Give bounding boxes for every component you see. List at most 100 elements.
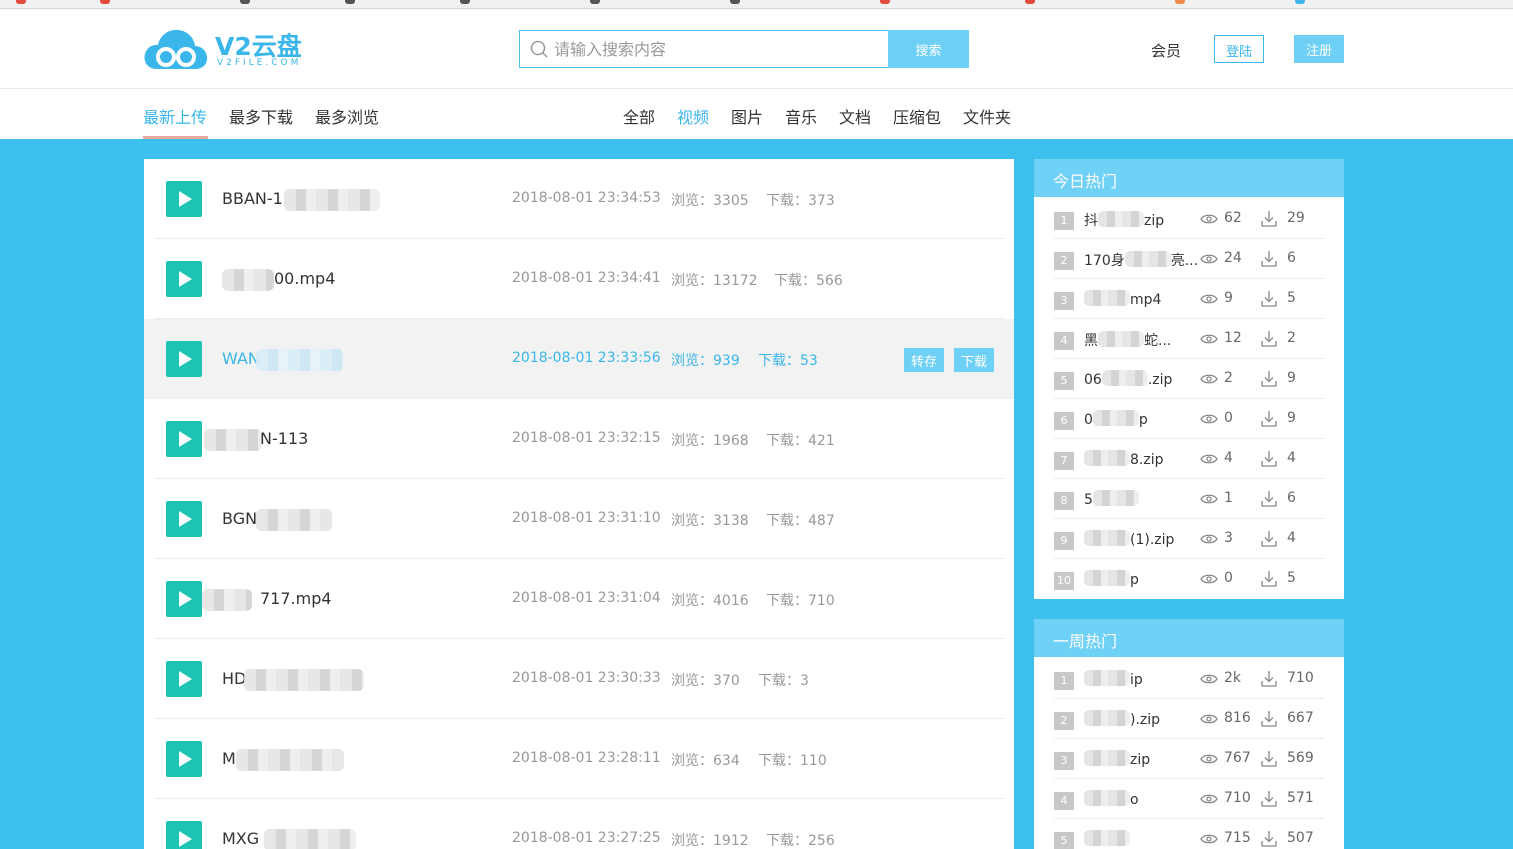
hot-file-name[interactable]: 170身 亮... [1084,250,1198,270]
file-name[interactable]: 717.mp4 [260,589,332,608]
hot-file-name[interactable]: 5 [1084,490,1139,508]
view-count: 9 [1224,290,1233,306]
tab-most-views[interactable]: 最多浏览 [315,104,379,128]
download-icon [1261,491,1277,507]
hot-list-item[interactable]: 7 8.zip 4 4 [1054,439,1324,479]
hot-file-name[interactable]: 06 .zip [1084,370,1172,388]
play-icon[interactable] [166,421,202,457]
week-hot-title: 一周热门 [1034,619,1344,657]
blurred-filename [236,749,344,771]
hot-list-item[interactable]: 5 715 507 [1054,819,1324,849]
member-link[interactable]: 会员 [1151,40,1181,61]
download-icon [1261,531,1277,547]
hot-list-item[interactable]: 2).zip 816 667 [1054,699,1324,739]
hot-file-name[interactable]: mp4 [1084,290,1161,308]
hot-list-item[interactable]: 1 抖 zip 62 29 [1054,199,1324,239]
tab-folders[interactable]: 文件夹 [963,104,1011,128]
play-icon[interactable] [166,341,202,377]
site-logo[interactable]: V2云盘 V2FILE.COM [143,25,313,75]
eye-icon [1200,794,1218,804]
tab-most-downloads[interactable]: 最多下载 [229,104,293,128]
rank-badge: 2 [1054,252,1074,270]
file-views: 浏览：939 [671,353,740,369]
file-name[interactable]: WAN [222,349,260,368]
tab-music[interactable]: 音乐 [785,104,817,128]
browser-tab-strip [0,0,1513,9]
file-name[interactable]: N-113 [260,429,308,448]
file-row[interactable]: HD 2018-08-01 23:30:33 浏览：370 下载：3 [144,639,1014,719]
tab-video[interactable]: 视频 [677,104,709,128]
tab-images[interactable]: 图片 [731,104,763,128]
file-row[interactable]: 717.mp4 2018-08-01 23:31:04 浏览：4016 下载：7… [144,559,1014,639]
file-row-hovered[interactable]: WAN 2018-08-01 23:33:56 浏览：939 下载：53 转存 … [144,319,1014,399]
file-row[interactable]: MXG 2018-08-01 23:27:25 浏览：1912 下载：256 [144,799,1014,849]
file-row[interactable]: 00.mp4 2018-08-01 23:34:41 浏览：13172 下载：5… [144,239,1014,319]
file-row[interactable]: M 2018-08-01 23:28:11 浏览：634 下载：110 [144,719,1014,799]
hot-file-name[interactable]: 黑蛇... [1084,330,1171,350]
tab-latest-upload[interactable]: 最新上传 [143,104,207,128]
download-icon [1261,831,1277,847]
play-icon[interactable] [166,261,202,297]
view-count: 0 [1224,410,1233,426]
tab-favicon [16,0,26,4]
hot-list-item[interactable]: 6 0p 0 9 [1054,399,1324,439]
hot-list-item[interactable]: 85 1 6 [1054,479,1324,519]
eye-icon [1200,414,1218,424]
hot-file-name[interactable]: (1).zip [1084,530,1174,548]
hot-list-item[interactable]: 1 ip 2k 710 [1054,659,1324,699]
play-icon[interactable] [166,821,202,849]
hot-file-name[interactable]: p [1084,570,1139,588]
hot-file-name[interactable]: o [1084,790,1139,808]
hot-list-item[interactable]: 5 06 .zip 2 9 [1054,359,1324,399]
tab-documents[interactable]: 文档 [839,104,871,128]
hot-file-name[interactable]: zip [1084,750,1150,768]
file-name[interactable]: HD [222,669,246,688]
search-input[interactable] [554,34,884,64]
view-count: 767 [1224,750,1251,766]
play-icon[interactable] [166,501,202,537]
file-name[interactable]: MXG [222,829,259,848]
play-icon[interactable] [166,581,202,617]
hot-file-name[interactable]: 8.zip [1084,450,1163,468]
download-button[interactable]: 下载 [954,348,994,372]
save-to-drive-button[interactable]: 转存 [904,348,944,372]
hot-list-item[interactable]: 4 黑蛇... 12 2 [1054,319,1324,359]
download-count: 710 [1287,670,1314,686]
hot-list-item[interactable]: 3 mp4 9 5 [1054,279,1324,319]
hot-file-name[interactable]: 0p [1084,410,1148,428]
file-row[interactable]: N-113 2018-08-01 23:32:15 浏览：1968 下载：421 [144,399,1014,479]
file-name[interactable]: BGN [222,509,257,528]
file-name[interactable]: M [222,749,236,768]
tab-favicon [100,0,110,4]
tab-archives[interactable]: 压缩包 [893,104,941,128]
play-icon[interactable] [166,661,202,697]
login-button[interactable]: 登陆 [1214,35,1264,63]
hot-file-name[interactable]: ip [1084,670,1143,688]
hot-list-item[interactable]: 9 (1).zip 3 4 [1054,519,1324,559]
blurred-filename [202,589,252,611]
hot-file-name[interactable]: ).zip [1084,710,1160,728]
download-icon [1261,671,1277,687]
download-count: 29 [1287,210,1305,226]
today-hot-panel: 今日热门 1 抖 zip 62 29 2 170身 亮... 24 6 3 mp4 9 5 4 黑蛇... 12… [1034,159,1344,599]
download-icon [1261,751,1277,767]
register-button[interactable]: 注册 [1294,35,1344,63]
hot-file-name[interactable] [1084,830,1130,848]
file-name[interactable]: BBAN-1 [222,189,283,208]
play-icon[interactable] [166,181,202,217]
hot-list-item[interactable]: 10 p 0 5 [1054,559,1324,599]
hot-list-item[interactable]: 4 o 710 571 [1054,779,1324,819]
hot-file-name[interactable]: 抖 zip [1084,210,1164,230]
hot-list-item[interactable]: 3 zip 767 569 [1054,739,1324,779]
download-count: 2 [1287,330,1296,346]
play-icon[interactable] [166,741,202,777]
view-count: 1 [1224,490,1233,506]
file-row[interactable]: BBAN-1 2018-08-01 23:34:53 浏览：3305 下载：37… [144,159,1014,239]
file-name[interactable]: 00.mp4 [274,269,335,288]
download-count: 5 [1287,570,1296,586]
tab-all[interactable]: 全部 [623,104,655,128]
file-row[interactable]: BGN 2018-08-01 23:31:10 浏览：3138 下载：487 [144,479,1014,559]
search-button[interactable]: 搜索 [888,30,969,68]
hot-list-item[interactable]: 2 170身 亮... 24 6 [1054,239,1324,279]
rank-badge: 4 [1054,792,1074,810]
